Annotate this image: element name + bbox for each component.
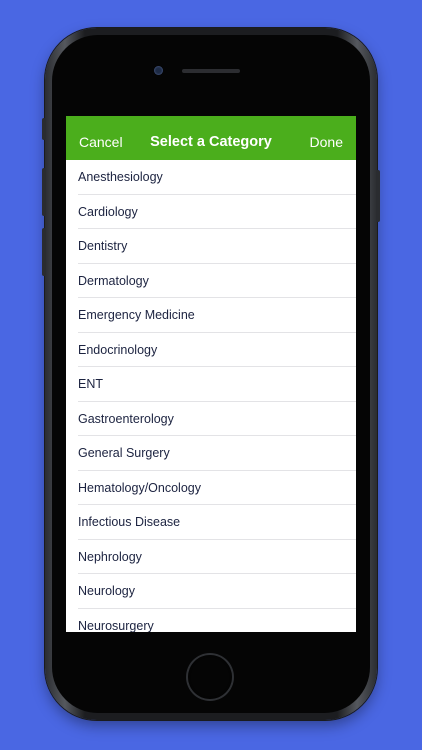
list-item[interactable]: ENT xyxy=(66,367,356,402)
list-item[interactable]: Nephrology xyxy=(66,540,356,575)
list-item[interactable]: Neurology xyxy=(66,574,356,609)
home-button[interactable] xyxy=(188,655,232,699)
earpiece-speaker xyxy=(182,69,240,73)
front-camera xyxy=(154,66,163,75)
app-screen: Cancel Select a Category Done Anesthesio… xyxy=(66,116,356,632)
list-item[interactable]: Infectious Disease xyxy=(66,505,356,540)
list-item[interactable]: Cardiology xyxy=(66,195,356,230)
list-item[interactable]: Endocrinology xyxy=(66,333,356,368)
volume-up-button xyxy=(42,168,46,216)
list-item[interactable]: General Surgery xyxy=(66,436,356,471)
power-button xyxy=(376,170,380,222)
mute-switch xyxy=(42,118,46,140)
list-item[interactable]: Anesthesiology xyxy=(66,160,356,195)
list-item[interactable]: Dermatology xyxy=(66,264,356,299)
list-item[interactable]: Hematology/Oncology xyxy=(66,471,356,506)
navigation-bar: Cancel Select a Category Done xyxy=(66,116,356,160)
volume-down-button xyxy=(42,228,46,276)
list-item[interactable]: Neurosurgery xyxy=(66,609,356,633)
done-button[interactable]: Done xyxy=(310,116,343,160)
list-item[interactable]: Dentistry xyxy=(66,229,356,264)
list-item[interactable]: Gastroenterology xyxy=(66,402,356,437)
list-item[interactable]: Emergency Medicine xyxy=(66,298,356,333)
category-list[interactable]: Anesthesiology Cardiology Dentistry Derm… xyxy=(66,160,356,632)
